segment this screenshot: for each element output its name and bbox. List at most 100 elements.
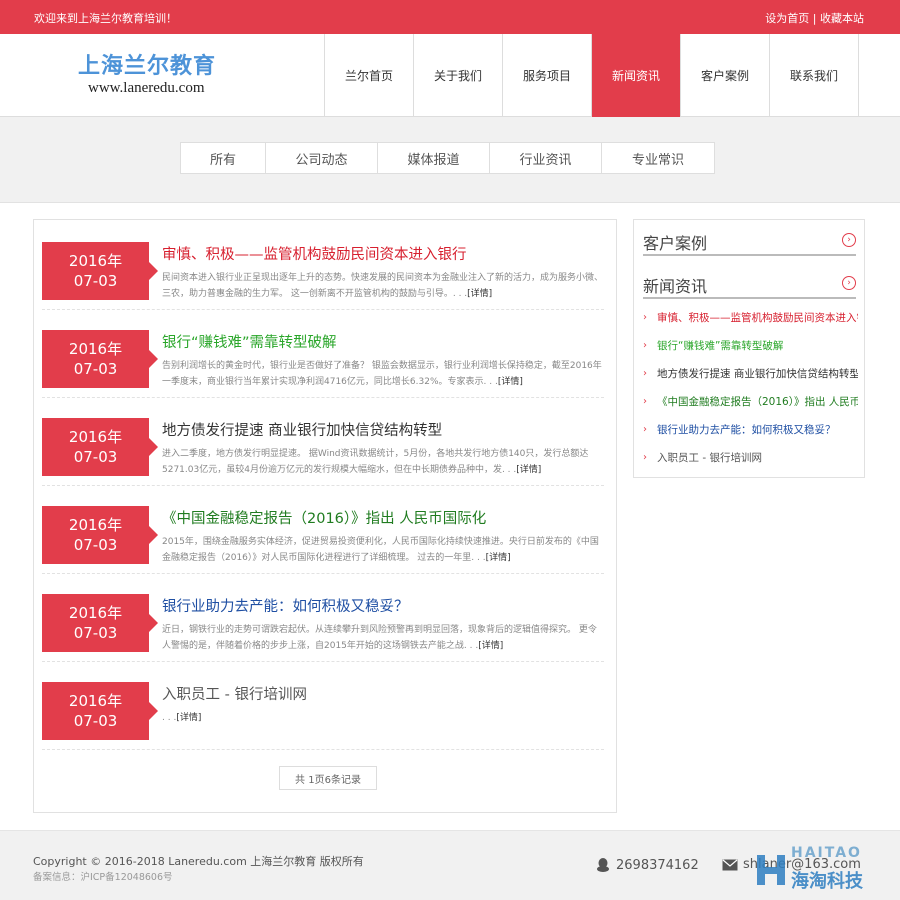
nav-item[interactable]: 服务项目 xyxy=(503,34,592,117)
logo-cn: 上海兰尔教育 xyxy=(78,54,217,79)
qq-contact: 2698374162 xyxy=(595,857,699,873)
nav-item[interactable]: 关于我们 xyxy=(414,34,503,117)
details-link[interactable]: [详情] xyxy=(467,289,492,299)
date-badge: 2016年 07-03 xyxy=(42,682,158,740)
article-summary: . . .[详情] xyxy=(162,710,604,744)
article-item: 2016年 07-03 地方债发行提速 商业银行加快信贷结构转型进入二季度，地方债发… xyxy=(42,406,604,486)
sidebar-news-text: 《中国金融稳定报告（2016）》指出 人民币国际化 xyxy=(657,396,858,408)
category-tab[interactable]: 媒体报道 xyxy=(378,143,490,173)
date-year: 2016年 xyxy=(68,692,123,710)
summary-text: 近日，钢铁行业的走势可谓跌宕起伏。从连续攀升到风险预警再到明显回落，现象背后的逻… xyxy=(162,625,597,651)
date-day: 07-03 xyxy=(73,448,118,466)
summary-text: . . . xyxy=(162,713,177,723)
category-tab[interactable]: 公司动态 xyxy=(266,143,378,173)
date-year: 2016年 xyxy=(68,340,123,358)
date-day: 07-03 xyxy=(73,272,118,290)
logo-url: www.laneredu.com xyxy=(88,80,205,96)
qq-number: 2698374162 xyxy=(616,857,699,873)
category-tabs: 所有 公司动态 媒体报道 行业资讯 专业常识 xyxy=(180,142,715,174)
details-link[interactable]: [详情] xyxy=(516,465,541,475)
article-summary: 告别利润增长的黄金时代，银行业是否做好了准备？ 银监会数据显示，银行业利润增长保… xyxy=(162,358,604,392)
article-item: 2016年 07-03 银行“赚钱难”需靠转型破解告别利润增长的黄金时代，银行业是否… xyxy=(42,318,604,398)
date-day: 07-03 xyxy=(73,624,118,642)
icp-info: 备案信息：沪ICP备12048606号 xyxy=(33,872,173,883)
date-year: 2016年 xyxy=(68,428,123,446)
bookmark-link[interactable]: 收藏本站 xyxy=(820,12,864,25)
date-year: 2016年 xyxy=(68,516,123,534)
arrow-icon: › xyxy=(643,312,647,323)
article-summary: 民间资本进入银行业正呈现出逐年上升的态势。快速发展的民间资本为金融业注入了新的活… xyxy=(162,270,604,304)
logo[interactable]: 上海兰尔教育 www.laneredu.com xyxy=(78,54,238,97)
news-title: 新闻资讯 xyxy=(643,277,708,296)
article-title[interactable]: 《中国金融稳定报告（2016）》指出 人民币国际化 xyxy=(162,507,602,528)
copyright: Copyright © 2016-2018 Laneredu.com 上海兰尔教… xyxy=(33,855,364,868)
header: 上海兰尔教育 www.laneredu.com 兰尔首页 关于我们 服务项目 新闻资讯… xyxy=(0,34,900,117)
article-title[interactable]: 银行业助力去产能：如何积极又稳妥？ xyxy=(162,595,602,616)
watermark-en: HAITAO xyxy=(791,845,862,861)
sidebar-news-item[interactable]: › 地方债发行提速 商业银行加快信贷结构转型 xyxy=(643,360,858,388)
sidebar-news-text: 入职员工 - 银行培训网 xyxy=(657,452,762,464)
date-day: 07-03 xyxy=(73,712,118,730)
date-year: 2016年 xyxy=(68,252,123,270)
nav-item[interactable]: 新闻资讯 xyxy=(592,34,681,117)
watermark-icon xyxy=(757,855,785,885)
set-home-link[interactable]: 设为首页 xyxy=(765,12,809,25)
date-badge: 2016年 07-03 xyxy=(42,330,158,388)
article-summary: 近日，钢铁行业的走势可谓跌宕起伏。从连续攀升到风险预警再到明显回落，现象背后的逻… xyxy=(162,622,604,656)
arrow-icon: › xyxy=(643,424,647,435)
details-link[interactable]: [详情] xyxy=(486,553,511,563)
nav-item[interactable]: 兰尔首页 xyxy=(325,34,414,117)
article-list: 2016年 07-03 审慎、积极——监管机构鼓励民间资本进入银行民间资本进入银行业… xyxy=(33,219,617,813)
mail-icon xyxy=(722,859,738,870)
top-links: 设为首页 | 收藏本站 xyxy=(765,10,864,26)
welcome-text: 欢迎来到上海兰尔教育培训！ xyxy=(34,12,177,25)
sidebar-news-item[interactable]: › 审慎、积极——监管机构鼓励民间资本进入银行 xyxy=(643,304,858,332)
sidebar-news-item[interactable]: › 银行业助力去产能：如何积极又稳妥？ xyxy=(643,416,858,444)
watermark-cn: 海淘科技 xyxy=(791,871,863,892)
article-title[interactable]: 入职员工 - 银行培训网 xyxy=(162,683,602,704)
top-links-separator: | xyxy=(809,12,820,25)
date-day: 07-03 xyxy=(73,536,118,554)
date-year: 2016年 xyxy=(68,604,123,622)
article-item: 2016年 07-03 银行业助力去产能：如何积极又稳妥？ 近日，钢铁行业的走势可谓跌… xyxy=(42,582,604,662)
date-day: 07-03 xyxy=(73,360,118,378)
details-link[interactable]: [详情] xyxy=(498,377,523,387)
sidebar-news-text: 地方债发行提速 商业银行加快信贷结构转型 xyxy=(657,368,858,380)
details-link[interactable]: [详情] xyxy=(176,713,201,723)
nav-item[interactable]: 联系我们 xyxy=(770,34,859,117)
arrow-icon: › xyxy=(643,452,647,463)
category-bar: 所有 公司动态 媒体报道 行业资讯 专业常识 xyxy=(0,117,900,203)
summary-text: 告别利润增长的黄金时代，银行业是否做好了准备？ 银监会数据显示，银行业利润增长保… xyxy=(162,361,602,387)
category-tab[interactable]: 专业常识 xyxy=(602,143,714,173)
cases-heading[interactable]: 客户案例 › xyxy=(643,230,856,256)
article-item: 2016年 07-03 《中国金融稳定报告（2016）》指出 人民币国际化 2015年… xyxy=(42,494,604,574)
news-heading[interactable]: 新闻资讯 › xyxy=(643,273,856,299)
date-badge: 2016年 07-03 xyxy=(42,506,158,564)
pagination: 共 1页6条记录 xyxy=(279,766,377,790)
category-tab[interactable]: 所有 xyxy=(181,143,266,173)
sidebar-news-text: 银行业助力去产能：如何积极又稳妥？ xyxy=(657,424,836,436)
sidebar-news-item[interactable]: › 《中国金融稳定报告（2016）》指出 人民币国际化 xyxy=(643,388,858,416)
article-title[interactable]: 地方债发行提速 商业银行加快信贷结构转型 xyxy=(162,419,602,440)
category-tab[interactable]: 行业资讯 xyxy=(490,143,602,173)
sidebar-news-list: › 审慎、积极——监管机构鼓励民间资本进入银行 › 银行“赚钱难”需靠转型破解 › 地方债… xyxy=(643,304,858,472)
more-arrow-icon[interactable]: › xyxy=(842,233,856,247)
sidebar-news-item[interactable]: › 入职员工 - 银行培训网 xyxy=(643,444,858,472)
arrow-icon: › xyxy=(643,368,647,379)
summary-text: 民间资本进入银行业正呈现出逐年上升的态势。快速发展的民间资本为金融业注入了新的活… xyxy=(162,273,604,299)
details-link[interactable]: [详情] xyxy=(478,641,503,651)
article-title[interactable]: 审慎、积极——监管机构鼓励民间资本进入银行 xyxy=(162,243,602,264)
cases-title: 客户案例 xyxy=(643,234,708,253)
arrow-icon: › xyxy=(643,396,647,407)
sidebar-news-text: 审慎、积极——监管机构鼓励民间资本进入银行 xyxy=(657,312,858,324)
article-item: 2016年 07-03 入职员工 - 银行培训网 . . .[详情] xyxy=(42,670,604,750)
article-title[interactable]: 银行“赚钱难”需靠转型破解 xyxy=(162,331,602,352)
sidebar-news-item[interactable]: › 银行“赚钱难”需靠转型破解 xyxy=(643,332,858,360)
nav-item[interactable]: 客户案例 xyxy=(681,34,770,117)
article-summary: 2015年，围绕金融服务实体经济，促进贸易投资便利化，人民币国际化持续快速推进。… xyxy=(162,534,604,568)
arrow-icon: › xyxy=(643,340,647,351)
main-nav: 兰尔首页 关于我们 服务项目 新闻资讯 客户案例 联系我们 xyxy=(324,34,859,117)
more-arrow-icon[interactable]: › xyxy=(842,276,856,290)
watermark-logo: HAITAO 海淘科技 xyxy=(755,845,870,892)
article-summary: 进入二季度，地方债发行明显提速。 据Wind资讯数据统计，5月份，各地共发行地方… xyxy=(162,446,604,480)
